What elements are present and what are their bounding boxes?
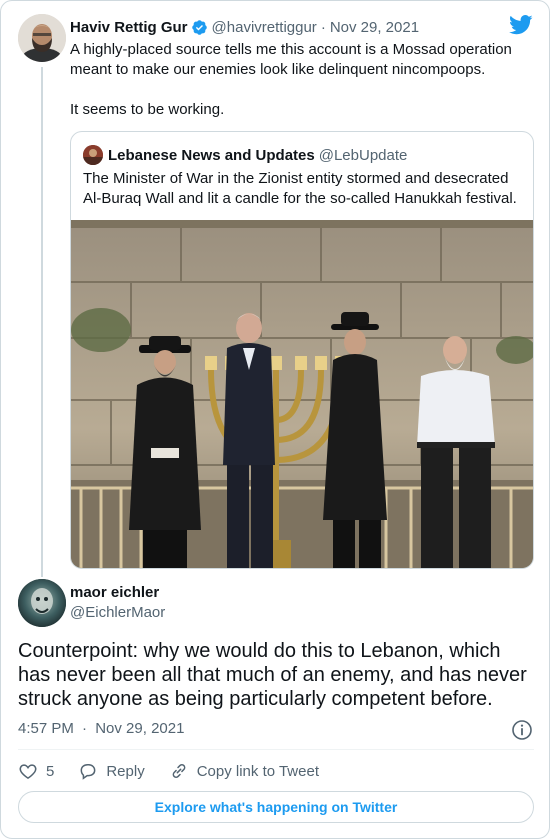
author-handle[interactable]: @havivrettiggur — [212, 19, 317, 36]
reply-time: 4:57 PM — [18, 720, 74, 737]
author-name[interactable]: Haviv Rettig Gur — [70, 19, 188, 36]
action-bar: 5 Reply Copy link to Tweet — [18, 759, 343, 783]
reply-date: Nov 29, 2021 — [95, 720, 185, 737]
quoted-tweet-text: The Minister of War in the Zionist entit… — [83, 170, 517, 207]
quoted-author-name: Lebanese News and Updates — [108, 146, 315, 164]
reply-author-name[interactable]: maor eichler — [70, 584, 159, 601]
tweet-text-paragraph: It seems to be working. — [70, 101, 225, 118]
twitter-bird-icon[interactable] — [509, 15, 533, 35]
separator-dot: · — [82, 720, 88, 737]
like-button[interactable]: 5 — [18, 761, 54, 781]
copy-link-button[interactable]: Copy link to Tweet — [169, 761, 319, 781]
separator-dot: · — [320, 18, 326, 36]
reply-button[interactable]: Reply — [78, 761, 145, 781]
reply-label: Reply — [106, 762, 145, 780]
embedded-tweet-card: Haviv Rettig Gur @havivrettiggur · Nov 2… — [0, 0, 550, 839]
quoted-author-avatar — [83, 145, 103, 165]
tweet-date[interactable]: Nov 29, 2021 — [330, 19, 419, 36]
quoted-author-handle: @LebUpdate — [318, 146, 408, 164]
link-icon — [172, 764, 186, 778]
reply-text: Counterpoint: why we would do this to Le… — [18, 640, 527, 710]
info-icon[interactable] — [511, 719, 533, 741]
maor-avatar[interactable] — [18, 579, 66, 627]
divider — [18, 749, 534, 750]
thread-line — [41, 67, 43, 577]
verified-badge-icon — [191, 19, 207, 35]
explore-button[interactable]: Explore what's happening on Twitter — [18, 791, 534, 823]
quoted-tweet-photo[interactable] — [71, 220, 533, 568]
tweet-text-paragraph: A highly-placed source tells me this acc… — [70, 41, 512, 78]
tweet-body: A highly-placed source tells me this acc… — [70, 40, 530, 120]
haviv-avatar[interactable] — [18, 14, 66, 62]
reply-timestamp[interactable]: 4:57 PM · Nov 29, 2021 — [18, 720, 184, 737]
copy-link-label: Copy link to Tweet — [196, 762, 319, 780]
quoted-tweet[interactable]: Lebanese News and Updates @LebUpdate The… — [70, 131, 534, 569]
like-count: 5 — [46, 762, 55, 780]
reply-bubble-icon — [80, 764, 96, 780]
tweet-header: Haviv Rettig Gur @havivrettiggur · Nov 2… — [70, 17, 419, 37]
quoted-tweet-header: Lebanese News and Updates @LebUpdate — [83, 145, 407, 165]
reply-author-handle[interactable]: @EichlerMaor — [70, 604, 165, 621]
heart-icon — [19, 764, 37, 779]
